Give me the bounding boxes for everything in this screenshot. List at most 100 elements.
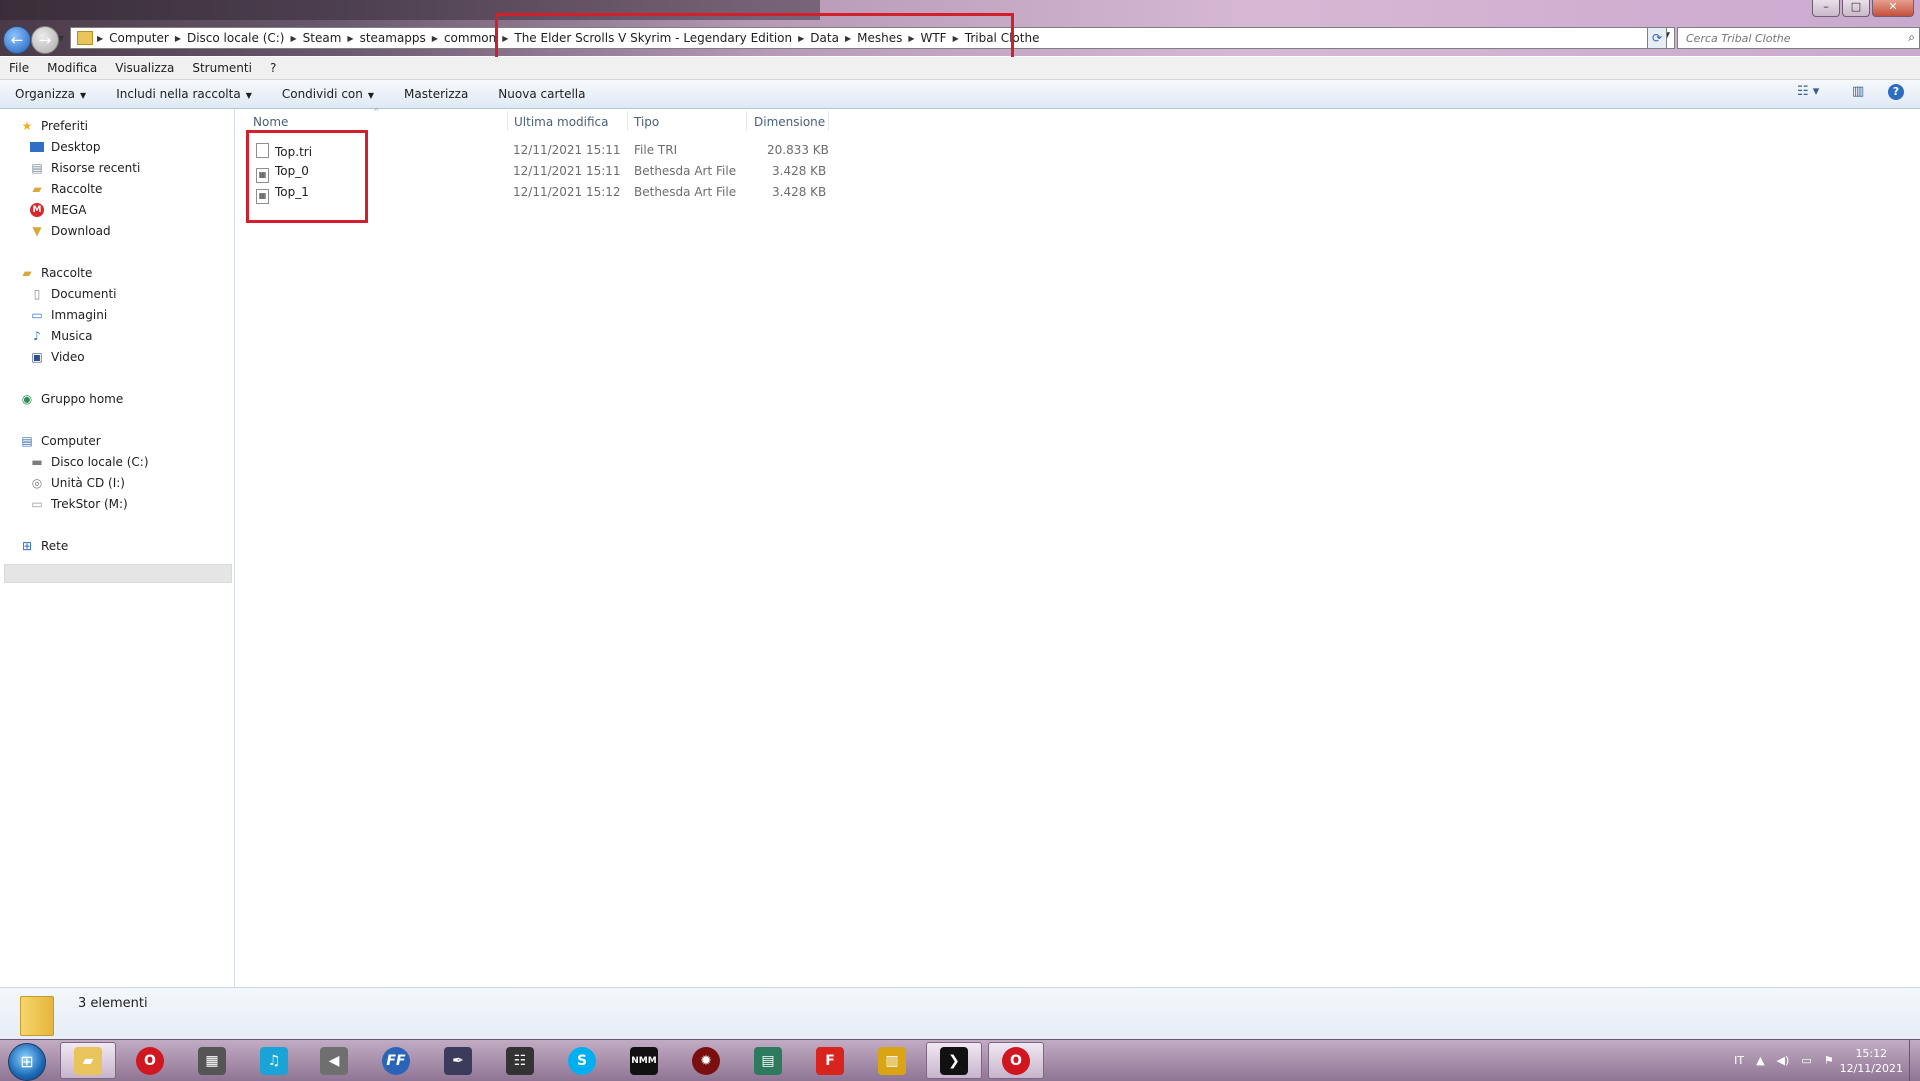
column-name[interactable]: Nome bbox=[253, 115, 288, 129]
action-center-flag-icon[interactable]: ⚑ bbox=[1824, 1054, 1834, 1067]
breadcrumb-common[interactable]: common bbox=[438, 31, 502, 45]
clock[interactable]: 15:12 12/11/2021 bbox=[1840, 1046, 1903, 1076]
back-button[interactable]: ← bbox=[3, 26, 31, 54]
taskbar-audio[interactable]: ◀ bbox=[306, 1042, 362, 1079]
show-hidden-icons-icon[interactable]: ▲ bbox=[1756, 1054, 1764, 1067]
taskbar-opera-2[interactable]: O bbox=[988, 1042, 1044, 1079]
share-with-button[interactable]: Condividi con ▼ bbox=[267, 87, 389, 101]
window-app-icon: ▤ bbox=[754, 1046, 782, 1075]
column-modified[interactable]: Ultima modifica bbox=[514, 115, 609, 129]
file-modified: 12/11/2021 15:11 bbox=[513, 143, 621, 157]
breadcrumb-steam[interactable]: Steam bbox=[297, 31, 348, 45]
search-box[interactable]: ⌕ bbox=[1677, 27, 1920, 49]
taskbar-skype[interactable]: S bbox=[554, 1042, 610, 1079]
taskbar-window[interactable]: ▤ bbox=[740, 1042, 796, 1079]
taskbar-f-app[interactable]: F bbox=[802, 1042, 858, 1079]
taskbar-profile[interactable]: ❯ bbox=[926, 1042, 982, 1079]
command-bar: Organizza ▼ Includi nella raccolta ▼ Condi… bbox=[0, 80, 1920, 109]
nav-favorites[interactable]: ★ Preferiti bbox=[20, 119, 88, 133]
breadcrumb-steamapps[interactable]: steamapps bbox=[354, 31, 432, 45]
speaker-app-icon: ◀ bbox=[320, 1046, 348, 1075]
nav-download-label: Download bbox=[51, 224, 111, 238]
maximize-button[interactable]: □ bbox=[1842, 0, 1870, 17]
quill-icon: ✒ bbox=[444, 1046, 472, 1075]
taskbar: ⊞ ▰ O ▦ ♫ ◀ FF ✒ ☷ S NMM ✹ ▤ F ▥ ❯ O IT … bbox=[0, 1039, 1920, 1081]
search-icon[interactable]: ⌕ bbox=[1908, 30, 1915, 45]
taskbar-people[interactable]: ☷ bbox=[492, 1042, 548, 1079]
nav-pictures[interactable]: ▭ Immagini bbox=[30, 308, 107, 322]
nav-recent[interactable]: ▤ Risorse recenti bbox=[30, 161, 140, 175]
navigation-pane: ★ Preferiti Desktop ▤ Risorse recenti ▰ Rac… bbox=[0, 109, 235, 987]
window-controls: – □ ✕ bbox=[1812, 0, 1914, 17]
nav-desktop[interactable]: Desktop bbox=[30, 140, 101, 154]
breadcrumb-disk-c[interactable]: Disco locale (C:) bbox=[181, 31, 291, 45]
language-indicator[interactable]: IT bbox=[1734, 1054, 1744, 1067]
file-size: 20.833 KB bbox=[767, 143, 829, 157]
view-options-icon[interactable]: ☷ ▾ bbox=[1797, 84, 1819, 99]
game-icon: ✹ bbox=[692, 1046, 720, 1075]
nav-network[interactable]: ⊞ Rete bbox=[20, 539, 68, 553]
taskbar-film[interactable]: ▦ bbox=[184, 1042, 240, 1079]
minimize-button[interactable]: – bbox=[1812, 0, 1840, 17]
file-modified: 12/11/2021 15:11 bbox=[513, 164, 621, 178]
nav-collections-label: Raccolte bbox=[51, 182, 103, 196]
nav-computer[interactable]: ▤ Computer bbox=[20, 434, 100, 448]
taskbar-opera[interactable]: O bbox=[122, 1042, 178, 1079]
file-list-header: Nome ^ Ultima modifica Tipo Dimensione bbox=[236, 107, 1920, 133]
nav-cd-drive[interactable]: ◎ Unità CD (I:) bbox=[30, 476, 125, 490]
nav-network-label: Rete bbox=[41, 539, 69, 553]
menu-file[interactable]: File bbox=[0, 61, 38, 75]
close-button[interactable]: ✕ bbox=[1872, 0, 1914, 17]
nav-collections[interactable]: ▰ Raccolte bbox=[30, 182, 102, 196]
ffdec-icon: FF bbox=[382, 1046, 410, 1075]
cd-drive-icon: ◎ bbox=[31, 476, 43, 490]
preview-pane-icon[interactable]: ▥ bbox=[1852, 84, 1864, 99]
nav-download[interactable]: ▼ Download bbox=[30, 224, 111, 238]
nav-disk-c[interactable]: ▬ Disco locale (C:) bbox=[30, 455, 148, 469]
folder-icon bbox=[20, 996, 54, 1036]
nav-mega[interactable]: M MEGA bbox=[30, 203, 86, 217]
taskbar-chart-app[interactable]: ▥ bbox=[864, 1042, 920, 1079]
menu-edit[interactable]: Modifica bbox=[38, 61, 106, 75]
network-tray-icon[interactable]: ▭ bbox=[1801, 1054, 1811, 1067]
burn-button[interactable]: Masterizza bbox=[389, 87, 483, 101]
include-in-library-button[interactable]: Includi nella raccolta ▼ bbox=[101, 87, 267, 101]
profile-app-icon: ❯ bbox=[940, 1046, 968, 1075]
pictures-icon: ▭ bbox=[31, 308, 43, 322]
nav-trekstor[interactable]: ▭ TrekStor (M:) bbox=[30, 497, 127, 511]
menu-tools[interactable]: Strumenti bbox=[183, 61, 261, 75]
menu-view[interactable]: Visualizza bbox=[106, 61, 183, 75]
taskbar-quill[interactable]: ✒ bbox=[430, 1042, 486, 1079]
nav-video[interactable]: ▣ Video bbox=[30, 350, 84, 364]
taskbar-explorer[interactable]: ▰ bbox=[60, 1042, 116, 1079]
start-button[interactable]: ⊞ bbox=[8, 1043, 46, 1081]
organize-button[interactable]: Organizza ▼ bbox=[0, 87, 101, 101]
refresh-button[interactable]: ⟳ bbox=[1647, 27, 1667, 49]
nav-music[interactable]: ♪ Musica bbox=[30, 329, 92, 343]
taskbar-nmm[interactable]: NMM bbox=[616, 1042, 672, 1079]
nav-homegroup[interactable]: ◉ Gruppo home bbox=[20, 392, 124, 406]
taskbar-music[interactable]: ♫ bbox=[246, 1042, 302, 1079]
people-icon: ☷ bbox=[506, 1046, 534, 1075]
volume-icon[interactable]: ◀) bbox=[1777, 1054, 1790, 1067]
new-folder-button[interactable]: Nuova cartella bbox=[483, 87, 600, 101]
help-icon[interactable]: ? bbox=[1888, 84, 1904, 100]
forward-button[interactable]: → bbox=[31, 26, 59, 54]
skype-icon: S bbox=[568, 1046, 596, 1075]
taskbar-game[interactable]: ✹ bbox=[678, 1042, 734, 1079]
search-input[interactable] bbox=[1677, 27, 1920, 49]
chevron-down-icon: ▼ bbox=[367, 91, 375, 100]
folder-icon bbox=[77, 31, 93, 45]
nav-documents[interactable]: ▯ Documenti bbox=[30, 287, 117, 301]
item-count: 3 elementi bbox=[78, 996, 148, 1011]
show-desktop-button[interactable] bbox=[1909, 1040, 1920, 1081]
breadcrumb-computer[interactable]: Computer bbox=[103, 31, 175, 45]
file-modified: 12/11/2021 15:12 bbox=[513, 185, 621, 199]
column-size[interactable]: Dimensione bbox=[754, 115, 825, 129]
nav-libraries[interactable]: ▰ Raccolte bbox=[20, 266, 92, 280]
column-type[interactable]: Tipo bbox=[634, 115, 659, 129]
menu-help[interactable]: ? bbox=[261, 61, 285, 75]
taskbar-ffdec[interactable]: FF bbox=[368, 1042, 424, 1079]
menu-bar: File Modifica Visualizza Strumenti ? bbox=[0, 57, 1920, 80]
recent-pages-chevron-icon[interactable]: ▼ bbox=[58, 34, 64, 43]
